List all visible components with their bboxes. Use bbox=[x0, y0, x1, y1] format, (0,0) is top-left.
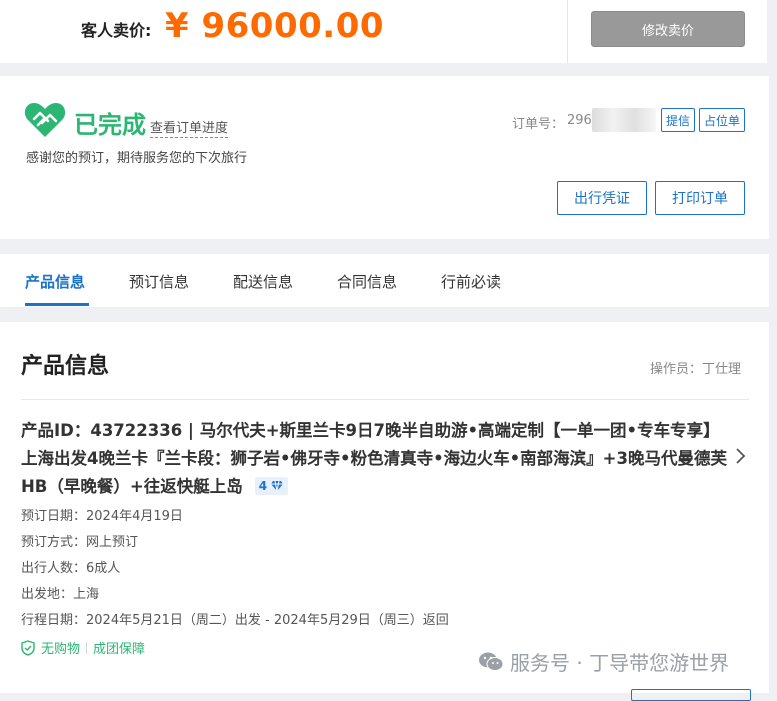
badge-count: 4 bbox=[258, 479, 268, 493]
row-label: 出发地： bbox=[21, 587, 74, 602]
tab-delivery-info[interactable]: 配送信息 bbox=[233, 271, 293, 292]
product-title[interactable]: 产品ID：43722336 | 马尔代夫+斯里兰卡9日7晚半自助游•高端定制【一… bbox=[21, 417, 731, 501]
watermark: 服务号 · 丁导带您游世界 bbox=[478, 647, 730, 676]
tab-product-info[interactable]: 产品信息 bbox=[25, 271, 85, 292]
chevron-right-icon[interactable] bbox=[732, 446, 748, 466]
active-tab-indicator bbox=[25, 303, 89, 306]
tab-pre-trip-notes[interactable]: 行前必读 bbox=[441, 271, 501, 292]
handshake-icon bbox=[24, 103, 66, 137]
row-label: 预订方式： bbox=[21, 535, 87, 550]
confirmation-letter-button[interactable]: 提信 bbox=[661, 108, 695, 132]
partial-button[interactable] bbox=[631, 689, 751, 701]
modify-price-button[interactable]: 修改卖价 bbox=[591, 11, 745, 47]
no-shopping-tag: 无购物 bbox=[41, 642, 81, 657]
group-guarantee-tag: 成团保障 bbox=[93, 642, 146, 657]
divider bbox=[21, 399, 749, 400]
separator bbox=[86, 641, 88, 654]
shield-check-icon bbox=[21, 639, 35, 656]
status-title: 已完成 bbox=[74, 111, 146, 139]
tab-booking-info[interactable]: 预订信息 bbox=[129, 271, 189, 292]
booking-date-row: 预订日期：2024年4月19日 bbox=[21, 505, 183, 524]
watermark-text: 服务号 · 丁导带您游世界 bbox=[510, 651, 730, 675]
diamond-icon bbox=[271, 480, 284, 492]
guarantee-tags: 无购物 成团保障 bbox=[21, 638, 145, 657]
price-label: 客人卖价: bbox=[81, 21, 152, 40]
tab-contract-info[interactable]: 合同信息 bbox=[337, 271, 397, 292]
row-value: 网上预订 bbox=[86, 535, 139, 550]
wechat-icon bbox=[479, 652, 504, 671]
section-title: 产品信息 bbox=[21, 354, 110, 379]
print-order-button[interactable]: 打印订单 bbox=[655, 181, 745, 215]
row-value: 6成人 bbox=[86, 561, 121, 576]
row-label: 出行人数： bbox=[21, 561, 87, 576]
price-value: ¥ 96000.00 bbox=[165, 6, 385, 46]
order-status-card: 已完成 查看订单进度 感谢您的预订，期待服务您的下次旅行 订单号： 296 提信… bbox=[0, 76, 769, 239]
row-label: 预订日期： bbox=[21, 509, 87, 524]
itinerary-dates-row: 行程日期：2024年5月21日（周二）出发 - 2024年5月29日（周三）返回 bbox=[21, 609, 449, 628]
tab-bar: 产品信息 预订信息 配送信息 合同信息 行前必读 bbox=[0, 254, 769, 307]
operator-label: 操作员：丁仕理 bbox=[650, 362, 742, 377]
travel-voucher-button[interactable]: 出行凭证 bbox=[557, 181, 647, 215]
price-card: 客人卖价: ¥ 96000.00 修改卖价 bbox=[0, 0, 767, 63]
order-number-redaction bbox=[592, 108, 656, 132]
booking-method-row: 预订方式：网上预订 bbox=[21, 531, 138, 550]
row-label: 行程日期： bbox=[21, 613, 87, 628]
divider bbox=[567, 0, 568, 63]
product-info-card: 产品信息 操作员：丁仕理 产品ID：43722336 | 马尔代夫+斯里兰卡9日… bbox=[0, 322, 769, 693]
departure-city-row: 出发地：上海 bbox=[21, 583, 99, 602]
row-value: 上海 bbox=[73, 587, 100, 602]
diamond-badge: 4 bbox=[254, 477, 289, 495]
seat-hold-button[interactable]: 占位单 bbox=[699, 108, 745, 132]
order-number-label: 订单号： bbox=[512, 117, 565, 132]
row-value: 2024年5月21日（周二）出发 - 2024年5月29日（周三）返回 bbox=[86, 613, 449, 628]
travelers-row: 出行人数：6成人 bbox=[21, 557, 120, 576]
row-value: 2024年4月19日 bbox=[86, 509, 183, 524]
view-progress-link[interactable]: 查看订单进度 bbox=[150, 117, 229, 138]
product-title-text: 产品ID：43722336 | 马尔代夫+斯里兰卡9日7晚半自助游•高端定制【一… bbox=[21, 421, 727, 496]
thanks-message: 感谢您的预订，期待服务您的下次旅行 bbox=[26, 151, 248, 166]
order-number-value: 296 bbox=[567, 113, 592, 128]
